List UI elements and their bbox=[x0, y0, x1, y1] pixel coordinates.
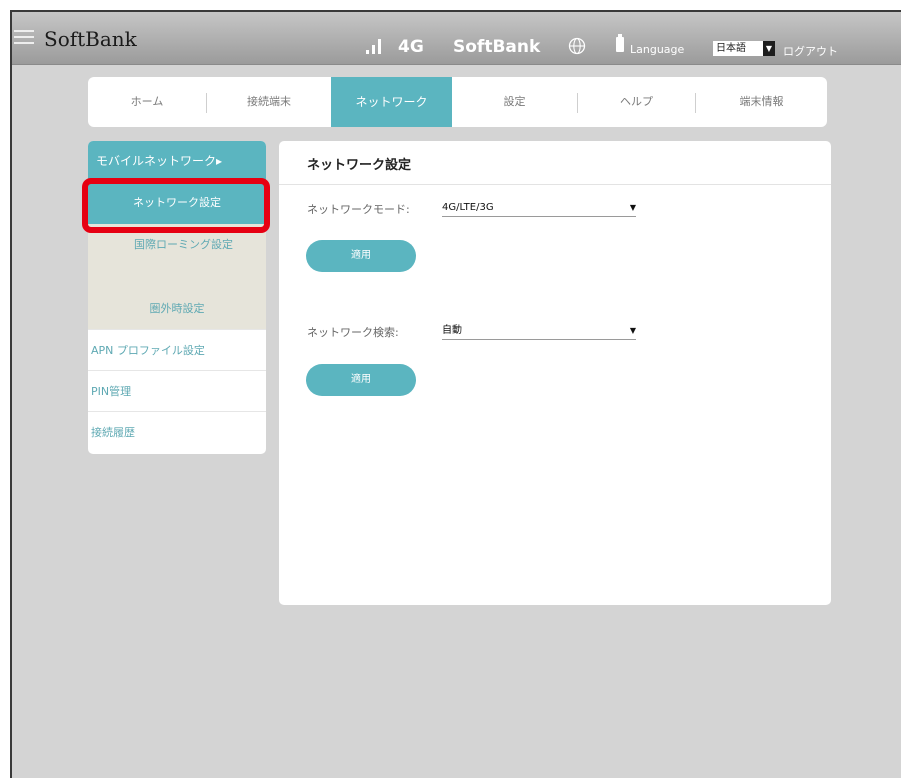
network-mode-label: ネットワークモード: bbox=[307, 203, 410, 216]
network-search-select[interactable]: 自動 ▼ bbox=[442, 322, 636, 340]
network-search-label: ネットワーク検索: bbox=[307, 326, 399, 339]
menu-icon[interactable] bbox=[14, 30, 34, 48]
signal-icon bbox=[366, 38, 390, 54]
main-tabs: ホーム 接続端末 ネットワーク 設定 ヘルプ 端末情報 bbox=[88, 77, 827, 127]
tab-home[interactable]: ホーム bbox=[88, 77, 206, 127]
page-title: ネットワーク設定 bbox=[307, 158, 412, 173]
tab-help[interactable]: ヘルプ bbox=[578, 77, 695, 127]
main-panel: ネットワーク設定 ネットワークモード: 4G/LTE/3G ▼ 適用 ネットワー… bbox=[279, 141, 831, 605]
apply-network-mode-button[interactable]: 適用 bbox=[306, 240, 416, 272]
brand-logo: SoftBank bbox=[44, 27, 137, 51]
language-label: Language bbox=[630, 43, 685, 56]
language-select[interactable]: 日本語 ▼ bbox=[713, 41, 775, 56]
sidebar-section-mobile-network[interactable]: モバイルネットワーク▸ bbox=[88, 141, 266, 181]
network-mode-value: 4G/LTE/3G bbox=[442, 202, 494, 213]
network-type-indicator: 4G bbox=[398, 37, 424, 57]
sidebar-item-apn-profile[interactable]: APN プロファイル設定 bbox=[88, 329, 266, 370]
language-select-value: 日本語 bbox=[716, 43, 746, 54]
chevron-down-icon: ▼ bbox=[763, 41, 775, 56]
carrier-name: SoftBank bbox=[453, 37, 541, 57]
sidebar-item-pin[interactable]: PIN管理 bbox=[88, 370, 266, 411]
top-header: SoftBank 4G SoftBank Language 日本語 ▼ ログアウ… bbox=[12, 12, 901, 65]
globe-icon bbox=[568, 37, 586, 55]
dropdown-dot-icon: ▸ bbox=[216, 154, 223, 168]
chevron-down-icon: ▼ bbox=[629, 203, 636, 212]
tab-device-info[interactable]: 端末情報 bbox=[696, 77, 827, 127]
network-search-value: 自動 bbox=[442, 325, 462, 336]
tab-network[interactable]: ネットワーク bbox=[331, 77, 452, 127]
highlight-annotation bbox=[82, 178, 270, 233]
chevron-down-icon: ▼ bbox=[629, 326, 636, 335]
tab-settings[interactable]: 設定 bbox=[452, 77, 577, 127]
network-mode-select[interactable]: 4G/LTE/3G ▼ bbox=[442, 199, 636, 217]
sidebar-heading-label: モバイルネットワーク bbox=[96, 154, 217, 168]
logout-link[interactable]: ログアウト bbox=[783, 43, 838, 59]
sidebar-item-out-of-service[interactable]: 圏外時設定 bbox=[88, 288, 266, 329]
battery-icon bbox=[616, 34, 624, 52]
sidebar-item-intl-roaming[interactable]: 国際ローミング設定 bbox=[88, 224, 266, 288]
sidebar-item-connection-history[interactable]: 接続履歴 bbox=[88, 411, 266, 452]
tab-connected-devices[interactable]: 接続端末 bbox=[207, 77, 331, 127]
browser-frame: SoftBank 4G SoftBank Language 日本語 ▼ ログアウ… bbox=[10, 10, 901, 778]
divider bbox=[279, 184, 831, 185]
apply-network-search-button[interactable]: 適用 bbox=[306, 364, 416, 396]
